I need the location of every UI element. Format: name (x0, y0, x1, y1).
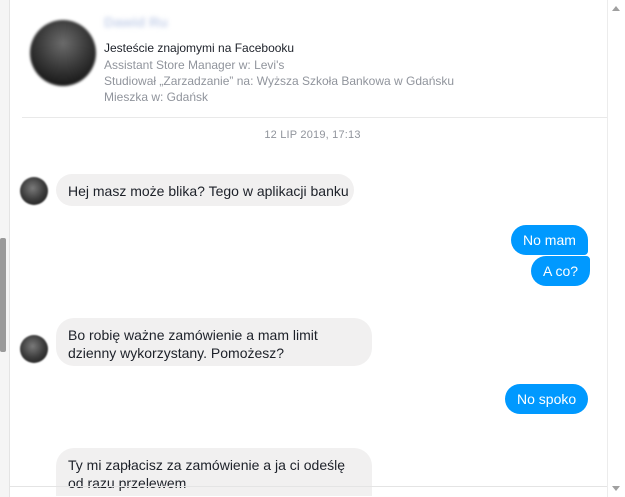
right-scrollbar[interactable] (607, 0, 625, 497)
profile-avatar[interactable] (30, 20, 96, 86)
header-divider (22, 117, 608, 118)
scroll-down-icon[interactable] (612, 486, 620, 491)
profile-info-education: Studiował „Zarzadzanie” na: Wyższa Szkoł… (104, 74, 455, 88)
chat-window: Dawid Ru Jesteście znajomymi na Facebook… (0, 0, 625, 497)
profile-info-work: Assistant Store Manager w: Levi's (104, 58, 285, 72)
message-outgoing[interactable]: No spoko (505, 384, 589, 414)
left-scrollbar-thumb[interactable] (0, 238, 6, 352)
profile-info-location: Mieszka w: Gdańsk (104, 90, 209, 104)
message-outgoing[interactable]: No mam (511, 225, 588, 255)
profile-name[interactable]: Dawid Ru (104, 14, 284, 30)
message-outgoing[interactable]: A co? (531, 256, 591, 286)
sender-avatar[interactable] (20, 177, 48, 205)
conversation-timestamp: 12 LIP 2019, 17:13 (264, 129, 361, 141)
message-incoming[interactable]: Bo robię ważne zamówienie a mam limit dz… (56, 318, 372, 366)
composer-divider (9, 486, 608, 487)
scroll-up-icon[interactable] (612, 6, 620, 11)
message-incoming[interactable]: Ty mi zapłacisz za zamówienie a ja ci od… (56, 448, 372, 496)
message-incoming[interactable]: Hej masz może blika? Tego w aplikacji ba… (56, 174, 354, 206)
sender-avatar[interactable] (20, 335, 48, 363)
friendship-status: Jesteście znajomymi na Facebooku (104, 41, 295, 55)
